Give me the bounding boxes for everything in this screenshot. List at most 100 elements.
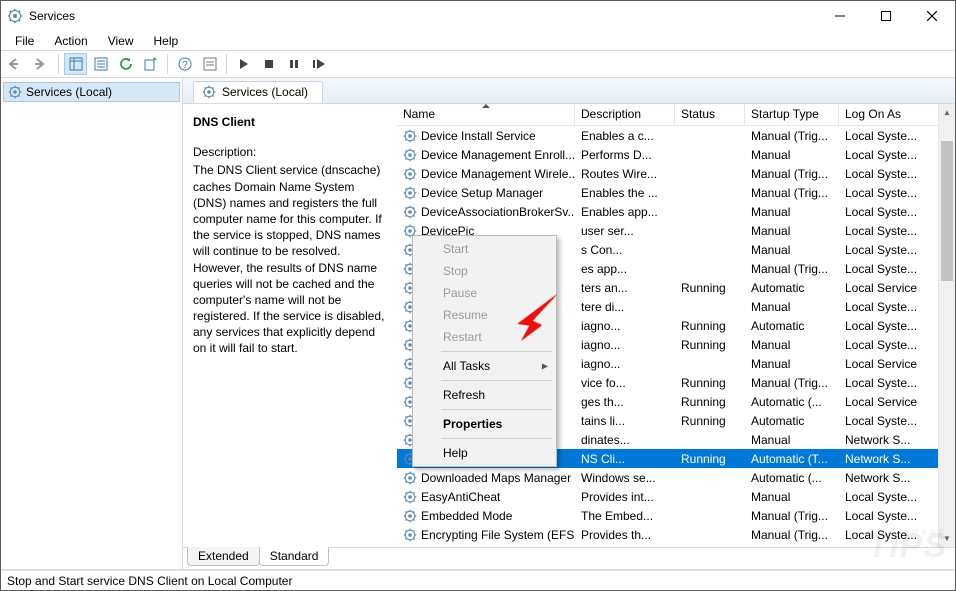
ctx-resume[interactable]: Resume [415,304,554,326]
service-name: Device Management Enroll... [421,148,575,162]
service-startup-type: Manual [745,148,839,162]
ctx-restart[interactable]: Restart [415,326,554,348]
show-hide-tree-button[interactable] [64,53,87,75]
scroll-up-icon[interactable]: ▲ [939,104,956,121]
ctx-help[interactable]: Help [415,442,554,464]
start-service-button[interactable] [232,53,255,75]
content-header-tab[interactable]: Services (Local) [193,81,323,103]
scrollbar-thumb[interactable] [941,141,953,281]
service-description: iagno... [575,319,675,333]
content-title: Services (Local) [222,85,308,99]
menu-action[interactable]: Action [46,33,95,49]
gear-icon [403,490,417,504]
nav-tree: Services (Local) [1,78,183,569]
svg-text:?: ? [182,60,188,71]
toolbar: ? [1,50,955,78]
service-row[interactable]: Device Management Wirele...Routes Wire..… [397,164,955,183]
minimize-button[interactable] [817,1,863,31]
service-status: Running [675,414,745,428]
refresh-button[interactable] [114,53,137,75]
back-button[interactable] [5,53,28,75]
window-title: Services [29,9,817,23]
menu-view[interactable]: View [100,33,142,49]
pause-service-button[interactable] [282,53,305,75]
export-button[interactable] [139,53,162,75]
status-text: Stop and Start service DNS Client on Loc… [7,574,292,588]
service-description: Performs D... [575,148,675,162]
menu-bar: File Action View Help [1,31,955,50]
service-row[interactable]: Device Setup ManagerEnables the ...Manua… [397,183,955,202]
ctx-properties[interactable]: Properties [415,413,554,435]
stop-service-button[interactable] [257,53,280,75]
service-name: Downloaded Maps Manager [421,471,571,485]
service-name: Encrypting File System (EFS) [421,528,575,542]
bottom-tabs: Extended Standard [183,547,955,569]
close-button[interactable] [909,1,955,31]
ctx-separator [441,380,552,381]
nav-label: Services (Local) [26,85,112,99]
col-status[interactable]: Status [675,104,745,125]
service-row[interactable]: EasyAntiCheatProvides int...ManualLocal … [397,487,955,506]
service-row[interactable]: Encrypting File System (EFS)Provides th.… [397,525,955,544]
gear-icon [403,509,417,523]
service-description: ges th... [575,395,675,409]
service-row[interactable]: Embedded ModeThe Embed...Manual (Trig...… [397,506,955,525]
properties-button[interactable] [89,53,112,75]
service-name: Device Management Wirele... [421,167,575,181]
nav-services-local[interactable]: Services (Local) [3,82,180,102]
ctx-refresh[interactable]: Refresh [415,384,554,406]
service-description: vice fo... [575,376,675,390]
service-row[interactable]: Downloaded Maps ManagerWindows se...Auto… [397,468,955,487]
service-status: Running [675,281,745,295]
tab-extended[interactable]: Extended [187,547,260,566]
service-startup-type: Manual [745,300,839,314]
service-startup-type: Automatic (... [745,395,839,409]
service-status: Running [675,395,745,409]
ctx-all-tasks[interactable]: All Tasks▶ [415,355,554,377]
col-name[interactable]: Name [397,104,575,125]
scroll-down-icon[interactable]: ▼ [939,530,956,547]
service-startup-type: Automatic [745,319,839,333]
service-row[interactable]: Device Management Enroll...Performs D...… [397,145,955,164]
forward-button[interactable] [30,53,53,75]
list-view-button[interactable] [198,53,221,75]
service-name: DeviceAssociationBrokerSv... [421,205,575,219]
gear-icon [403,205,417,219]
help-button[interactable]: ? [173,53,196,75]
restart-service-button[interactable] [307,53,330,75]
service-description: Enables a c... [575,129,675,143]
vertical-scrollbar[interactable]: ▲ ▼ [938,104,955,547]
service-description: tains li... [575,414,675,428]
col-startup-type[interactable]: Startup Type [745,104,839,125]
service-description: Provides th... [575,528,675,542]
service-startup-type: Manual (Trig... [745,528,839,542]
service-startup-type: Manual [745,490,839,504]
service-startup-type: Manual (Trig... [745,186,839,200]
service-row[interactable]: Device Install ServiceEnables a c...Manu… [397,126,955,145]
service-description: NS Cli... [575,452,675,466]
title-bar: Services [1,1,955,31]
service-startup-type: Manual (Trig... [745,167,839,181]
maximize-button[interactable] [863,1,909,31]
service-status: Running [675,319,745,333]
content-header: Services (Local) [183,78,955,104]
ctx-stop[interactable]: Stop [415,260,554,282]
ctx-start[interactable]: Start [415,238,554,260]
gear-icon [403,129,417,143]
menu-help[interactable]: Help [146,33,187,49]
tab-standard[interactable]: Standard [259,547,330,566]
service-row[interactable]: DeviceAssociationBrokerSv...Enables app.… [397,202,955,221]
gear-icon [403,186,417,200]
service-startup-type: Manual [745,205,839,219]
sort-ascending-icon [482,104,490,108]
description-label: Description: [193,144,389,160]
col-description[interactable]: Description [575,104,675,125]
service-startup-type: Automatic [745,414,839,428]
service-description: Enables the ... [575,186,675,200]
service-status: Running [675,338,745,352]
ctx-pause[interactable]: Pause [415,282,554,304]
menu-file[interactable]: File [7,33,42,49]
service-startup-type: Manual (Trig... [745,262,839,276]
gear-icon [8,85,22,99]
service-startup-type: Manual [745,357,839,371]
